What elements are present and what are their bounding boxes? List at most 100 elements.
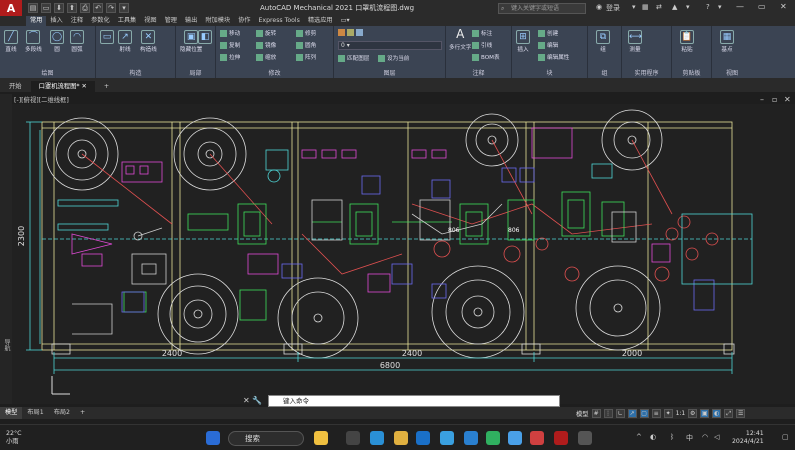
tab-output[interactable]: 输出 xyxy=(181,16,201,26)
triangle-icon[interactable]: ▲ xyxy=(672,3,677,11)
taskbar-search[interactable]: 搜索 xyxy=(228,431,304,446)
workspace-icon[interactable]: ▣ xyxy=(700,409,710,418)
dimension-tool[interactable]: 标注 xyxy=(472,29,492,37)
help-icon[interactable]: ? xyxy=(706,3,710,11)
widget-icon[interactable] xyxy=(314,431,328,445)
block-panel-title[interactable]: 块 xyxy=(512,68,587,77)
fillet-tool[interactable]: 圆角 xyxy=(296,41,316,49)
gear-icon[interactable]: ⚙ xyxy=(688,409,698,418)
tab-manage[interactable]: 管理 xyxy=(161,16,181,26)
nav-label[interactable]: 导航 xyxy=(2,339,11,351)
exchange-icon[interactable]: ⇄ xyxy=(656,3,662,11)
minimize-button[interactable]: — xyxy=(736,2,744,11)
chrome-icon[interactable] xyxy=(530,431,544,445)
cart-icon[interactable]: ▦ xyxy=(642,3,649,11)
paste-tool[interactable]: 📋 粘贴 xyxy=(680,30,694,53)
drawing-canvas[interactable]: 2400 2400 2000 6800 2300 806 806 xyxy=(12,104,795,404)
scale-value[interactable]: 1:1 xyxy=(676,410,686,417)
app-tray-icon[interactable]: ◐ xyxy=(650,433,656,441)
wifi-icon[interactable]: ◠ xyxy=(702,433,708,441)
utilities-panel-title[interactable]: 实用程序 xyxy=(622,68,671,77)
tab-layout1[interactable]: 布局1 xyxy=(22,407,48,419)
app-icon[interactable] xyxy=(578,431,592,445)
array-tool[interactable]: 阵列 xyxy=(296,53,316,61)
viewport-controls[interactable]: [-][俯视][二维线框] xyxy=(14,95,69,104)
edge-icon[interactable] xyxy=(370,431,384,445)
app-icon[interactable] xyxy=(440,431,454,445)
qat-button[interactable]: ⎙ xyxy=(80,3,90,13)
osnap-icon[interactable]: ▢ xyxy=(639,409,649,418)
chevron-up-icon[interactable]: ^ xyxy=(636,433,642,441)
layer-dropdown[interactable]: 0 ▾ xyxy=(338,41,442,50)
add-layout-button[interactable]: + xyxy=(75,407,90,419)
layer-icons[interactable] xyxy=(338,29,363,36)
isolate-icon[interactable]: ◐ xyxy=(712,409,722,418)
search-input[interactable]: ⌕ 键入关键字或短语 xyxy=(498,3,586,14)
qat-button[interactable]: ↶ xyxy=(93,3,103,13)
mtext-tool[interactable]: A 多行文字 xyxy=(449,28,471,51)
tab-collaborate[interactable]: 协作 xyxy=(234,16,254,26)
lineweight-icon[interactable]: ≡ xyxy=(651,409,661,418)
circle-tool[interactable]: ◯ 圆 xyxy=(50,30,64,53)
maximize-button[interactable]: ▭ xyxy=(758,2,766,11)
annotation-panel-title[interactable]: 注释 xyxy=(446,68,511,77)
user-icon[interactable]: ◉ xyxy=(596,3,602,11)
app-icon[interactable] xyxy=(464,431,478,445)
close-button[interactable]: ✕ xyxy=(780,2,787,11)
qat-button[interactable]: ↷ xyxy=(106,3,116,13)
measure-tool[interactable]: ⟷ 测量 xyxy=(628,30,642,53)
app-icon[interactable] xyxy=(508,431,522,445)
tab-featured-apps[interactable]: 精选应用 xyxy=(304,16,337,26)
tab-layout2[interactable]: 布局2 xyxy=(49,407,75,419)
qat-button[interactable]: ▭ xyxy=(41,3,51,13)
match-layer-tool[interactable]: 匹配图层 xyxy=(338,54,369,62)
trim-tool[interactable]: 修剪 xyxy=(296,29,316,37)
line-tool[interactable]: ╱ 直线 xyxy=(4,30,18,53)
viewport-close-icon[interactable]: ✕ xyxy=(784,95,791,104)
notification-icon[interactable]: ▢ xyxy=(782,433,789,441)
group-panel-title[interactable]: 组 xyxy=(588,68,621,77)
clock[interactable]: 12:41 2024/4/21 xyxy=(732,430,764,446)
local-panel-title[interactable]: 局部 xyxy=(176,68,215,77)
close-icon[interactable]: ✕ xyxy=(82,83,87,90)
tab-start[interactable]: 开始 xyxy=(1,81,30,92)
dropdown-icon[interactable]: ▾ xyxy=(632,3,636,11)
bluetooth-icon[interactable]: ᛒ xyxy=(670,433,674,441)
ortho-icon[interactable]: ∟ xyxy=(615,409,625,418)
wrench-icon[interactable]: 🔧 xyxy=(252,396,262,405)
dropdown-icon[interactable]: ▾ xyxy=(718,3,722,11)
modify-panel-title[interactable]: 修改 xyxy=(216,68,333,77)
edit-attributes-tool[interactable]: 编辑属性 xyxy=(538,53,569,61)
wechat-icon[interactable] xyxy=(486,431,500,445)
ime-indicator[interactable]: 中 xyxy=(686,433,693,443)
command-line-input[interactable]: 键入命令 xyxy=(268,395,560,407)
tab-home[interactable]: 常用 xyxy=(26,16,47,26)
grid-icon[interactable]: # xyxy=(591,409,601,418)
tab-express-tools[interactable]: Express Tools xyxy=(255,16,304,26)
tab-parametric[interactable]: 参数化 xyxy=(87,16,114,26)
construction-panel-title[interactable]: 构造 xyxy=(96,68,175,77)
rotate-tool[interactable]: 旋转 xyxy=(256,29,276,37)
xline-tool[interactable]: ✕ 构造线 xyxy=(140,30,157,53)
tab-drawing[interactable]: 口罩机流程图* ✕ xyxy=(30,81,95,92)
close-icon[interactable]: ✕ xyxy=(243,396,250,405)
viewport-maximize-icon[interactable]: ▫ xyxy=(772,95,777,104)
arc-tool[interactable]: ◠ 圆弧 xyxy=(70,30,84,53)
ray-tool[interactable]: ↗ 射线 xyxy=(118,30,132,53)
task-view-icon[interactable] xyxy=(346,431,360,445)
tab-options[interactable]: ▭▾ xyxy=(337,16,354,26)
tab-addins[interactable]: 附加模块 xyxy=(201,16,234,26)
tab-view[interactable]: 视图 xyxy=(140,16,160,26)
mirror-tool[interactable]: 镜像 xyxy=(256,41,276,49)
qat-button[interactable]: ▤ xyxy=(28,3,38,13)
login-link[interactable]: 登录 xyxy=(606,3,620,13)
volume-icon[interactable]: ◁ xyxy=(714,433,719,441)
bom-tool[interactable]: BOM表 xyxy=(472,53,500,61)
group-tool[interactable]: ⧉ 组 xyxy=(596,30,610,53)
start-icon[interactable] xyxy=(206,431,220,445)
annotation-scale-icon[interactable]: ✦ xyxy=(663,409,673,418)
edit-block-tool[interactable]: 编辑 xyxy=(538,41,558,49)
file-explorer-icon[interactable] xyxy=(394,431,408,445)
app-icon[interactable] xyxy=(416,431,430,445)
qat-button[interactable]: ⬆ xyxy=(67,3,77,13)
